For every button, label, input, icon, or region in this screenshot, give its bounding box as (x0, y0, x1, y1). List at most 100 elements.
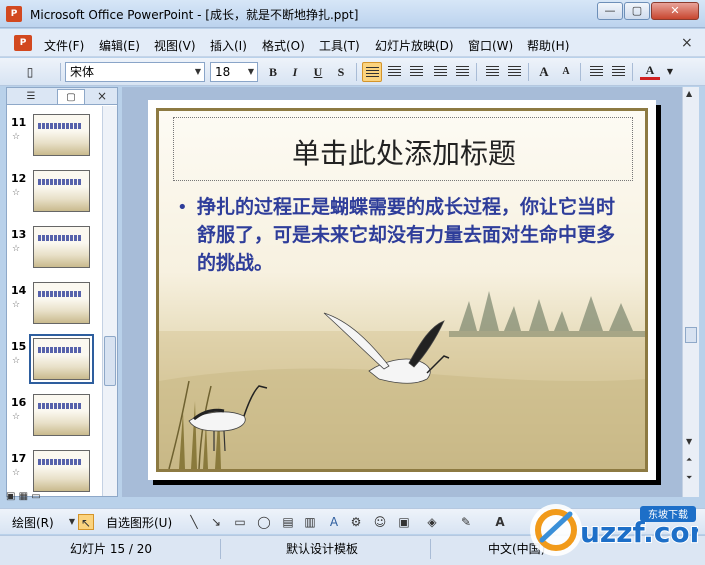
animation-star-icon: ☆ (12, 356, 21, 366)
slide-canvas[interactable]: 单击此处添加标题 • 挣扎的过程正是蝴蝶需要的成长过程，你让它当时舒服了，可是未… (148, 100, 656, 480)
increase-indent-button[interactable] (608, 62, 628, 82)
maximize-button[interactable]: ▢ (624, 2, 650, 20)
slide-thumbnail-row[interactable]: 14 ☆ (7, 278, 107, 328)
font-color-button[interactable]: A (640, 62, 660, 80)
wordart-icon[interactable]: A (326, 514, 342, 530)
menu-view[interactable]: 视图(V) (154, 37, 196, 54)
slide-thumbnail-row[interactable]: 13 ☆ (7, 222, 107, 272)
slide-number: 13 (11, 228, 27, 241)
pane-scrollbar[interactable] (102, 106, 117, 496)
textbox-icon[interactable]: ▤ (280, 514, 296, 530)
slide-thumbnail-row-selected[interactable]: 15 ☆ (7, 334, 107, 384)
scroll-up-icon[interactable]: ▲ (686, 89, 692, 98)
chevron-down-icon[interactable]: ▼ (192, 63, 204, 81)
toolbar-separator (528, 63, 529, 81)
normal-view-icon[interactable]: ▣ (6, 491, 15, 502)
slide-thumbnail-selected[interactable] (29, 334, 94, 384)
view-buttons: ▣ ▦ ▭ (6, 491, 56, 505)
pane-scroll-thumb[interactable] (104, 336, 116, 386)
menu-slideshow[interactable]: 幻灯片放映(D) (375, 37, 454, 54)
document-icon[interactable]: P (14, 35, 32, 51)
diagram-icon[interactable]: ⚙ (348, 514, 364, 530)
uzzf-logo: uzzf.com 东坡下载 (530, 504, 698, 556)
chevron-down-icon[interactable]: ▼ (245, 63, 257, 81)
font-size-combo[interactable]: 18 ▼ (210, 62, 258, 82)
bulleted-list-icon (507, 66, 521, 78)
distribute-icon (433, 66, 447, 78)
menu-edit[interactable]: 编辑(E) (99, 37, 140, 54)
menu-format[interactable]: 格式(O) (262, 37, 305, 54)
decrease-indent-button[interactable] (586, 62, 606, 82)
increase-font-button[interactable]: A (534, 62, 554, 82)
decrease-indent-icon (589, 66, 603, 78)
autoshapes-button[interactable]: 自选图形(U) (106, 514, 172, 531)
close-document-icon[interactable]: × (681, 35, 693, 51)
bullet-point-icon: • (177, 197, 188, 218)
design-template-name: 默认设计模板 (286, 542, 359, 556)
pane-tabs: ☰ ▢ × (7, 88, 117, 105)
line-color-icon[interactable]: ✎ (458, 514, 474, 530)
slide-thumbnail-row[interactable]: 12 ☆ (7, 166, 107, 216)
bold-button[interactable]: B (263, 62, 283, 82)
italic-button[interactable]: I (285, 62, 305, 82)
slide-sorter-icon[interactable]: ▦ (19, 491, 28, 502)
select-pointer-icon[interactable]: ↖ (78, 514, 94, 530)
chevron-down-icon[interactable]: ▼ (660, 62, 680, 82)
powerpoint-icon[interactable]: P (6, 6, 22, 22)
line-icon[interactable]: ╲ (186, 514, 202, 530)
slide-frame: 单击此处添加标题 • 挣扎的过程正是蝴蝶需要的成长过程，你让它当时舒服了，可是未… (156, 108, 648, 472)
vertical-textbox-icon[interactable]: ▥ (302, 514, 318, 530)
animation-star-icon: ☆ (12, 244, 21, 254)
previous-slide-icon[interactable]: ⏶ (686, 455, 692, 465)
title-placeholder[interactable]: 单击此处添加标题 (173, 117, 633, 181)
arrow-icon[interactable]: ↘ (208, 514, 224, 530)
menu-window[interactable]: 窗口(W) (468, 37, 513, 54)
align-right-button[interactable] (406, 62, 426, 82)
new-document-icon[interactable]: ▯ (20, 62, 40, 82)
minimize-button[interactable]: — (597, 2, 623, 20)
oval-icon[interactable]: ◯ (256, 514, 272, 530)
watermark-subtext: 东坡下载 (648, 508, 688, 521)
font-color-icon[interactable]: A (492, 514, 508, 530)
slide-thumbnail[interactable] (33, 114, 90, 156)
shadow-button[interactable]: S (331, 62, 351, 82)
slide-thumbnail-row[interactable]: 17 ☆ (7, 446, 107, 496)
menu-file[interactable]: 文件(F) (44, 37, 84, 54)
slide-thumbnail[interactable] (33, 170, 90, 212)
close-button[interactable]: ✕ (651, 2, 699, 20)
draw-menu-button[interactable]: 绘图(R) (12, 514, 54, 531)
align-left-button[interactable] (362, 62, 382, 82)
menu-insert[interactable]: 插入(I) (210, 37, 247, 54)
menu-tools[interactable]: 工具(T) (319, 37, 360, 54)
slide-thumbnail-row[interactable]: 16 ☆ (7, 390, 107, 440)
tab-outline[interactable]: ☰ (17, 89, 45, 104)
rectangle-icon[interactable]: ▭ (232, 514, 248, 530)
toolbar-separator (476, 63, 477, 81)
close-icon[interactable]: × (97, 89, 107, 103)
fill-color-icon[interactable]: ◈ (424, 514, 440, 530)
vertical-scrollbar[interactable]: ▲ ▼ ⏶ ⏷ (682, 87, 699, 497)
distribute-button[interactable] (430, 62, 450, 82)
slideshow-icon[interactable]: ▭ (31, 491, 40, 502)
scroll-down-icon[interactable]: ▼ (686, 437, 692, 446)
decrease-font-button[interactable]: A (556, 62, 576, 82)
slide-thumbnail[interactable] (33, 450, 90, 492)
slide-thumbnail-row[interactable]: 11 ☆ (7, 110, 107, 160)
align-center-button[interactable] (384, 62, 404, 82)
tab-slides[interactable]: ▢ (57, 89, 85, 104)
toolbar-separator (580, 63, 581, 81)
underline-button[interactable]: U (308, 62, 328, 82)
next-slide-icon[interactable]: ⏷ (686, 473, 692, 483)
picture-icon[interactable]: ▣ (396, 514, 412, 530)
numbering-button[interactable] (482, 62, 502, 82)
menu-help[interactable]: 帮助(H) (527, 37, 569, 54)
vertical-scroll-thumb[interactable] (685, 327, 697, 343)
slide-thumbnail[interactable] (33, 394, 90, 436)
font-size-value: 18 (215, 65, 231, 79)
column-button[interactable] (452, 62, 472, 82)
slide-thumbnail[interactable] (33, 282, 90, 324)
font-name-combo[interactable]: 宋体 ▼ (65, 62, 205, 82)
slide-thumbnail[interactable] (33, 226, 90, 268)
bullets-button[interactable] (504, 62, 524, 82)
clipart-icon[interactable]: ☺ (372, 514, 388, 530)
